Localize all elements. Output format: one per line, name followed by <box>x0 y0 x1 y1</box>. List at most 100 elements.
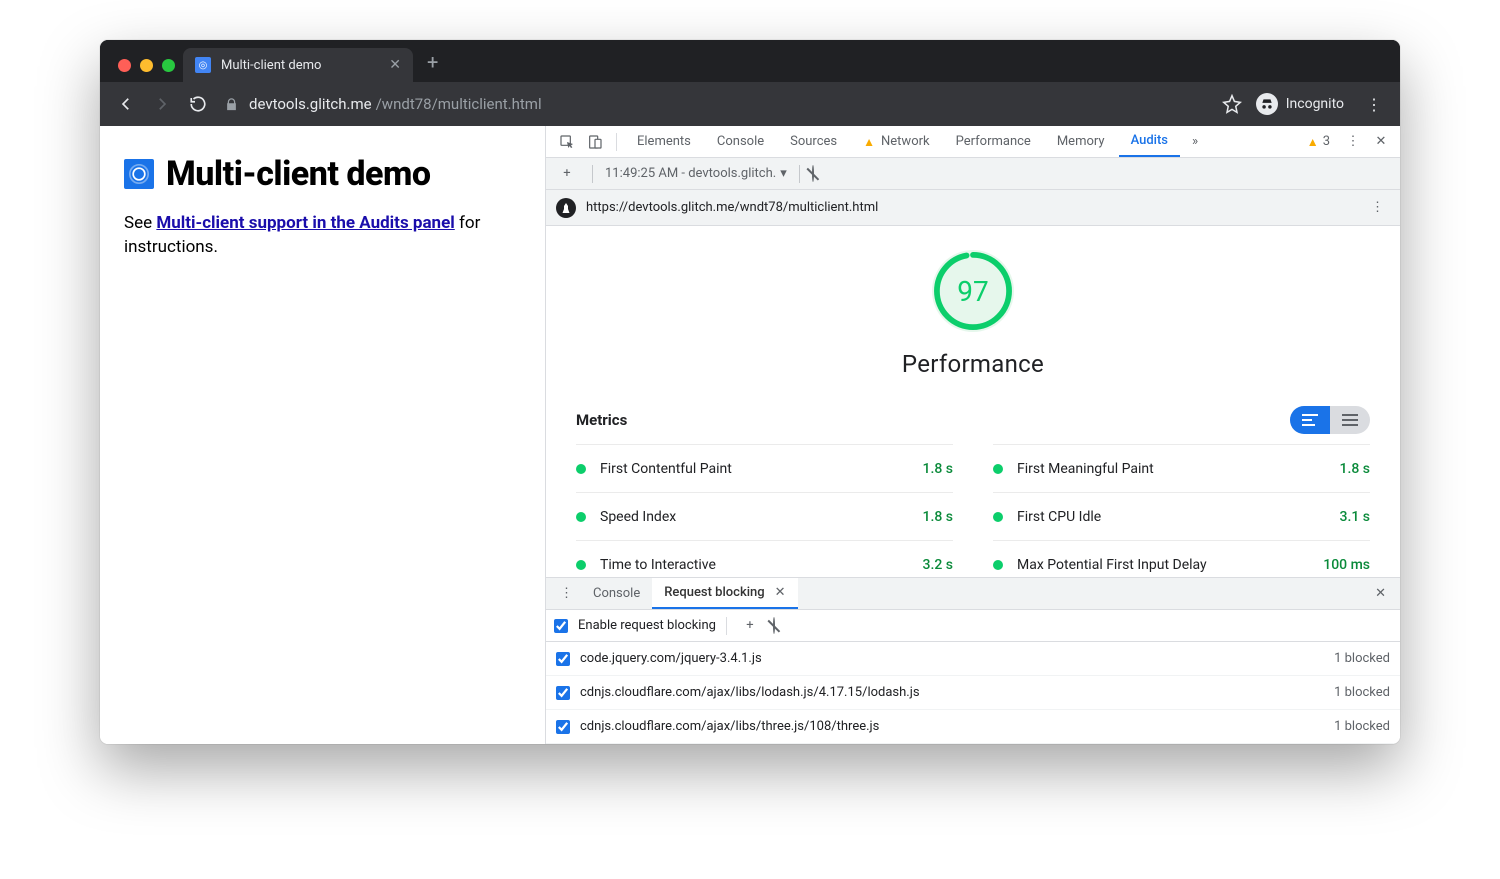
request-blocking-toolbar: Enable request blocking + <box>546 610 1400 642</box>
block-rule-pattern: code.jquery.com/jquery-3.4.1.js <box>580 651 762 666</box>
page-logo-icon <box>124 159 154 189</box>
window-zoom-icon[interactable] <box>162 59 175 72</box>
clear-audits-icon[interactable] <box>812 166 814 181</box>
devtools-tabbar: Elements Console Sources ▲Network Perfor… <box>546 126 1400 158</box>
address-bar: devtools.glitch.me/wndt78/multiclient.ht… <box>100 82 1400 126</box>
status-dot-icon <box>993 512 1003 522</box>
metric-row: Speed Index1.8 s <box>576 492 953 540</box>
status-dot-icon <box>993 560 1003 570</box>
metrics-heading: Metrics <box>576 411 627 429</box>
favicon-icon: ◎ <box>195 57 211 73</box>
block-rule-count: 1 blocked <box>1334 685 1390 700</box>
block-rule-pattern: cdnjs.cloudflare.com/ajax/libs/three.js/… <box>580 719 879 734</box>
status-dot-icon <box>576 560 586 570</box>
url-path: /wndt78/multiclient.html <box>376 95 542 113</box>
browser-tabbar: ◎ Multi-client demo ✕ + <box>100 40 1400 82</box>
metric-row: First Contentful Paint1.8 s <box>576 444 953 492</box>
url-host: devtools.glitch.me <box>249 95 372 113</box>
audit-report: 97 Performance Metrics <box>546 226 1400 577</box>
category-title: Performance <box>902 350 1044 378</box>
page-paragraph: See Multi-client support in the Audits p… <box>124 212 521 260</box>
block-list: code.jquery.com/jquery-3.4.1.js 1 blocke… <box>546 642 1400 744</box>
block-rule-row: cdnjs.cloudflare.com/ajax/libs/lodash.js… <box>546 676 1400 710</box>
audits-toolbar: + 11:49:25 AM - devtools.glitch. ▾ <box>546 158 1400 190</box>
block-rule-count: 1 blocked <box>1334 719 1390 734</box>
incognito-label: Incognito <box>1286 96 1344 112</box>
page-text-prefix: See <box>124 213 156 233</box>
tab-elements[interactable]: Elements <box>625 126 703 157</box>
more-tabs-icon[interactable]: » <box>1182 129 1208 155</box>
block-rule-checkbox[interactable] <box>556 720 570 734</box>
devtools-panel: Elements Console Sources ▲Network Perfor… <box>545 126 1400 744</box>
window-close-icon[interactable] <box>118 59 131 72</box>
metrics-grid: First Contentful Paint1.8 s Speed Index1… <box>576 444 1370 577</box>
tab-performance[interactable]: Performance <box>944 126 1043 157</box>
block-rule-pattern: cdnjs.cloudflare.com/ajax/libs/lodash.js… <box>580 685 920 700</box>
device-toolbar-icon[interactable] <box>582 129 608 155</box>
devtools-settings-icon[interactable]: ⋮ <box>1340 129 1366 155</box>
drawer-tab-close-icon[interactable]: ✕ <box>771 585 786 600</box>
drawer-tabbar: ⋮ Console Request blocking ✕ ✕ <box>546 578 1400 610</box>
incognito-indicator[interactable]: Incognito <box>1256 93 1344 115</box>
add-pattern-icon[interactable]: + <box>737 613 763 639</box>
tab-console[interactable]: Console <box>705 126 776 157</box>
new-tab-button[interactable]: + <box>413 50 452 82</box>
audit-run-dropdown[interactable]: 11:49:25 AM - devtools.glitch. ▾ <box>605 166 787 181</box>
drawer-close-icon[interactable]: ✕ <box>1367 586 1394 601</box>
back-button[interactable] <box>110 88 142 120</box>
drawer-tab-console[interactable]: Console <box>581 578 652 609</box>
metric-row: Time to Interactive3.2 s <box>576 540 953 577</box>
score-gauge: 97 Performance <box>576 250 1370 378</box>
metric-row: First Meaningful Paint1.8 s <box>993 444 1370 492</box>
forward-button[interactable] <box>146 88 178 120</box>
metric-row: First CPU Idle3.1 s <box>993 492 1370 540</box>
metrics-view-compact[interactable] <box>1290 406 1330 434</box>
browser-tab[interactable]: ◎ Multi-client demo ✕ <box>183 48 413 82</box>
metrics-view-toggle <box>1290 406 1370 434</box>
drawer-tab-request-blocking[interactable]: Request blocking ✕ <box>652 578 797 609</box>
performance-score: 97 <box>932 250 1014 332</box>
warning-icon: ▲ <box>863 135 875 149</box>
tab-close-icon[interactable]: ✕ <box>389 57 401 73</box>
tab-memory[interactable]: Memory <box>1045 126 1117 157</box>
enable-request-blocking-checkbox[interactable] <box>554 619 568 633</box>
browser-window: ◎ Multi-client demo ✕ + devtools.glitch.… <box>100 40 1400 744</box>
clear-patterns-icon[interactable] <box>773 618 775 633</box>
browser-menu-button[interactable]: ⋮ <box>1358 88 1390 120</box>
audit-url: https://devtools.glitch.me/wndt78/multic… <box>586 200 878 215</box>
tab-network[interactable]: ▲Network <box>851 126 942 157</box>
tab-sources[interactable]: Sources <box>778 126 849 157</box>
status-dot-icon <box>576 512 586 522</box>
incognito-icon <box>1256 93 1278 115</box>
drawer-menu-icon[interactable]: ⋮ <box>552 586 581 601</box>
bookmark-star-icon[interactable] <box>1222 94 1242 114</box>
tab-title: Multi-client demo <box>221 58 321 73</box>
rendered-page: Multi-client demo See Multi-client suppo… <box>100 126 545 744</box>
lighthouse-icon <box>556 198 576 218</box>
warnings-count[interactable]: ▲ 3 <box>1299 134 1338 149</box>
browser-chrome: ◎ Multi-client demo ✕ + devtools.glitch.… <box>100 40 1400 126</box>
lock-icon <box>224 97 239 112</box>
page-link[interactable]: Multi-client support in the Audits panel <box>156 213 454 233</box>
content-area: Multi-client demo See Multi-client suppo… <box>100 126 1400 744</box>
block-rule-checkbox[interactable] <box>556 652 570 666</box>
inspect-element-icon[interactable] <box>554 129 580 155</box>
metric-row: Max Potential First Input Delay100 ms <box>993 540 1370 577</box>
window-minimize-icon[interactable] <box>140 59 153 72</box>
devtools-drawer: ⋮ Console Request blocking ✕ ✕ Enable re… <box>546 577 1400 744</box>
tab-audits[interactable]: Audits <box>1119 126 1180 157</box>
audit-run-label: 11:49:25 AM - devtools.glitch. <box>605 166 776 181</box>
block-rule-checkbox[interactable] <box>556 686 570 700</box>
status-dot-icon <box>993 464 1003 474</box>
page-title: Multi-client demo <box>166 154 431 194</box>
audit-menu-icon[interactable]: ⋮ <box>1365 200 1390 215</box>
omnibox[interactable]: devtools.glitch.me/wndt78/multiclient.ht… <box>224 95 1218 113</box>
devtools-close-icon[interactable]: ✕ <box>1368 129 1394 155</box>
new-audit-icon[interactable]: + <box>554 161 580 187</box>
metrics-view-detailed[interactable] <box>1330 406 1370 434</box>
enable-request-blocking-label: Enable request blocking <box>578 618 716 633</box>
block-rule-count: 1 blocked <box>1334 651 1390 666</box>
block-rule-row: code.jquery.com/jquery-3.4.1.js 1 blocke… <box>546 642 1400 676</box>
reload-button[interactable] <box>182 88 214 120</box>
window-controls <box>110 59 183 82</box>
